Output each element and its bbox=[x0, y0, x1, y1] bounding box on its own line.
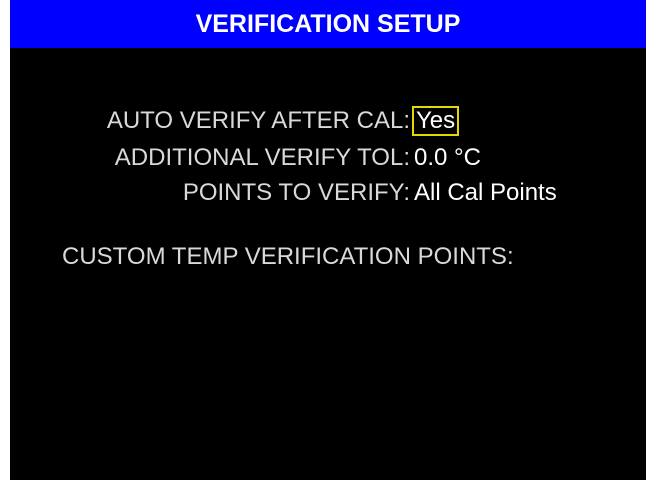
verify-tolerance-label: ADDITIONAL VERIFY TOL: bbox=[114, 144, 410, 171]
auto-verify-label: AUTO VERIFY AFTER CAL: bbox=[106, 107, 410, 134]
device-screen: VERIFICATION SETUP AUTO VERIFY AFTER CAL… bbox=[10, 0, 646, 480]
points-to-verify-value[interactable]: All Cal Points bbox=[414, 178, 557, 208]
setting-row-points-to-verify[interactable]: POINTS TO VERIFY: All Cal Points bbox=[10, 178, 646, 208]
setting-row-verify-tolerance[interactable]: ADDITIONAL VERIFY TOL: 0.0 °C bbox=[10, 143, 646, 173]
verify-tolerance-value[interactable]: 0.0 °C bbox=[414, 143, 481, 173]
setting-row-auto-verify[interactable]: AUTO VERIFY AFTER CAL: Yes bbox=[10, 106, 646, 136]
screen-title: VERIFICATION SETUP bbox=[10, 0, 646, 48]
custom-points-heading: CUSTOM TEMP VERIFICATION POINTS: bbox=[62, 243, 514, 270]
selected-value-box[interactable]: Yes bbox=[412, 106, 460, 136]
auto-verify-value[interactable]: Yes bbox=[412, 106, 460, 136]
points-to-verify-label: POINTS TO VERIFY: bbox=[182, 179, 410, 206]
